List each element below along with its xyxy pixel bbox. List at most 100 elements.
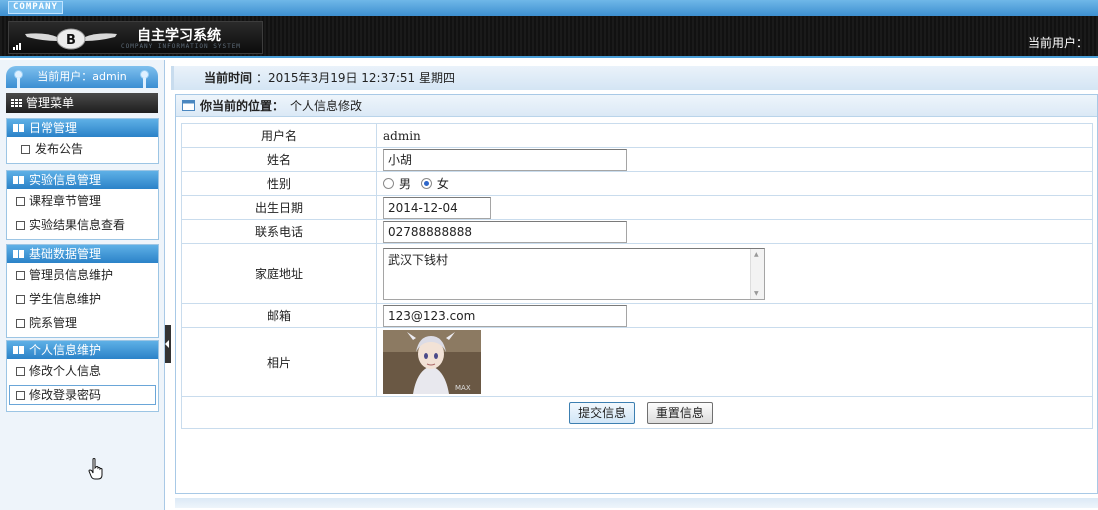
- form-row-birth: 出生日期 2014-12-04: [181, 195, 1093, 220]
- form-row-gender: 性别 男 女: [181, 171, 1093, 196]
- address-label: 家庭地址: [181, 243, 377, 304]
- name-label: 姓名: [181, 147, 377, 172]
- location-label: 你当前的位置：: [200, 99, 285, 113]
- company-tag: COMPANY: [8, 1, 63, 14]
- breadcrumb: 你当前的位置： 个人信息修改: [176, 95, 1097, 117]
- profile-form: 用户名 admin 姓名 小胡 性别 男 女 出生日期 2014-12-04 联…: [181, 123, 1093, 429]
- menu-group-label: 实验信息管理: [29, 173, 102, 187]
- document-icon: [21, 145, 30, 154]
- main-content: 当前时间 ：2015年3月19日 12:37:51 星期四 你当前的位置： 个人信息…: [171, 60, 1098, 510]
- photo-label: 相片: [181, 327, 377, 397]
- menu-group-basic-data: 基础数据管理 管理员信息维护 学生信息维护 院系管理: [6, 244, 159, 338]
- bentley-logo-icon: B: [25, 28, 117, 50]
- name-input[interactable]: 小胡: [383, 148, 627, 171]
- form-row-photo: 相片 MAX: [181, 327, 1093, 397]
- current-user-label: 当前用户：: [1027, 36, 1088, 50]
- folder-icon: [13, 176, 24, 184]
- form-row-username: 用户名 admin: [181, 123, 1093, 148]
- form-row-actions: 提交信息 重置信息: [181, 396, 1093, 429]
- username-label: 用户名: [181, 123, 377, 148]
- menu-group-title[interactable]: 个人信息维护: [7, 341, 158, 359]
- document-icon: [16, 295, 25, 304]
- document-icon: [16, 367, 25, 376]
- top-strip: COMPANY: [0, 0, 1098, 16]
- menu-title-label: 管理菜单: [26, 96, 75, 110]
- logo-box: B 自主学习系统 COMPANY INFORMATION SYSTEM: [8, 21, 263, 54]
- email-input[interactable]: 123@123.com: [383, 304, 627, 327]
- sidebar-item-edit-profile[interactable]: 修改个人信息: [7, 359, 158, 383]
- document-icon: [16, 271, 25, 280]
- sidebar-item-label: 修改个人信息: [29, 364, 102, 378]
- system-title: 自主学习系统: [137, 28, 221, 44]
- sidebar-item-label: 学生信息维护: [29, 292, 102, 306]
- sidebar-item-label: 院系管理: [29, 316, 78, 330]
- phone-input[interactable]: 02788888888: [383, 220, 627, 243]
- gender-male-label: 男: [399, 177, 412, 191]
- document-icon: [16, 391, 25, 400]
- app-header: B 自主学习系统 COMPANY INFORMATION SYSTEM 当前用户…: [0, 16, 1098, 58]
- folder-icon: [13, 124, 24, 132]
- gender-female-label: 女: [436, 177, 449, 191]
- email-label: 邮箱: [181, 303, 377, 328]
- content-panel: 你当前的位置： 个人信息修改 用户名 admin 姓名 小胡 性别 男 女 出生日…: [175, 94, 1098, 494]
- birth-label: 出生日期: [181, 195, 377, 220]
- username-value: admin: [376, 123, 1093, 148]
- sidebar-item-change-password[interactable]: 修改登录密码: [7, 383, 158, 407]
- sidebar-item-label: 发布公告: [35, 142, 84, 156]
- hand-pointer-icon: [88, 458, 103, 480]
- sidebar-item-label: 课程章节管理: [29, 194, 102, 208]
- birth-date-input[interactable]: 2014-12-04: [383, 196, 491, 219]
- form-row-address: 家庭地址 武汉下钱村: [181, 243, 1093, 304]
- sidebar-item-publish-notice[interactable]: 发布公告: [7, 137, 158, 161]
- gender-label: 性别: [181, 171, 377, 196]
- sidebar-item-course-chapters[interactable]: 课程章节管理: [7, 189, 158, 213]
- time-bar: 当前时间 ：2015年3月19日 12:37:51 星期四: [171, 66, 1098, 90]
- form-row-phone: 联系电话 02788888888: [181, 219, 1093, 244]
- bottom-band: [175, 498, 1098, 508]
- form-row-name: 姓名 小胡: [181, 147, 1093, 172]
- submit-button[interactable]: 提交信息: [569, 401, 636, 424]
- gender-male-radio[interactable]: [383, 178, 394, 189]
- menu-group-personal: 个人信息维护 修改个人信息 修改登录密码: [6, 340, 159, 412]
- menu-group-daily: 日常管理 发布公告: [6, 118, 159, 164]
- document-icon: [16, 221, 25, 230]
- svg-text:MAX: MAX: [455, 384, 471, 392]
- form-row-email: 邮箱 123@123.com: [181, 303, 1093, 328]
- menu-group-label: 日常管理: [29, 121, 78, 135]
- folder-icon: [13, 250, 24, 258]
- svg-text:B: B: [66, 33, 76, 48]
- sidebar-item-label: 修改登录密码: [29, 388, 102, 402]
- location-value: 个人信息修改: [290, 99, 363, 113]
- sidebar-item-admin-info[interactable]: 管理员信息维护: [7, 263, 158, 287]
- address-textarea[interactable]: 武汉下钱村: [383, 247, 765, 300]
- menu-group-experiment: 实验信息管理 课程章节管理 实验结果信息查看: [6, 170, 159, 240]
- sidebar-item-department[interactable]: 院系管理: [7, 311, 158, 335]
- menu-group-title[interactable]: 实验信息管理: [7, 171, 158, 189]
- document-icon: [16, 197, 25, 206]
- sidebar-item-experiment-results[interactable]: 实验结果信息查看: [7, 213, 158, 237]
- menu-group-title[interactable]: 基础数据管理: [7, 245, 158, 263]
- system-subtitle: COMPANY INFORMATION SYSTEM: [121, 43, 241, 50]
- gender-female-radio[interactable]: [420, 178, 432, 189]
- textarea-scrollbar[interactable]: [750, 248, 764, 299]
- pin-icon: [14, 70, 23, 88]
- pin-icon: [140, 70, 149, 88]
- signal-icon: [13, 43, 21, 50]
- window-icon: [182, 100, 195, 111]
- document-icon: [16, 319, 25, 328]
- sidebar-user-bar: 当前用户：admin: [6, 66, 158, 88]
- phone-label: 联系电话: [181, 219, 377, 244]
- address-value: 武汉下钱村: [388, 252, 449, 267]
- grid-icon: [11, 99, 22, 107]
- menu-group-label: 基础数据管理: [29, 247, 102, 261]
- profile-photo: MAX: [383, 330, 481, 394]
- menu-group-title[interactable]: 日常管理: [7, 119, 158, 137]
- folder-icon: [13, 346, 24, 354]
- time-label: 当前时间: [204, 71, 253, 85]
- sidebar-item-student-info[interactable]: 学生信息维护: [7, 287, 158, 311]
- menu-title: 管理菜单: [6, 93, 158, 113]
- sidebar-item-label: 管理员信息维护: [29, 268, 114, 282]
- reset-button[interactable]: 重置信息: [646, 401, 713, 424]
- sidebar-item-label: 实验结果信息查看: [29, 218, 126, 232]
- time-value: ：2015年3月19日 12:37:51 星期四: [256, 71, 455, 85]
